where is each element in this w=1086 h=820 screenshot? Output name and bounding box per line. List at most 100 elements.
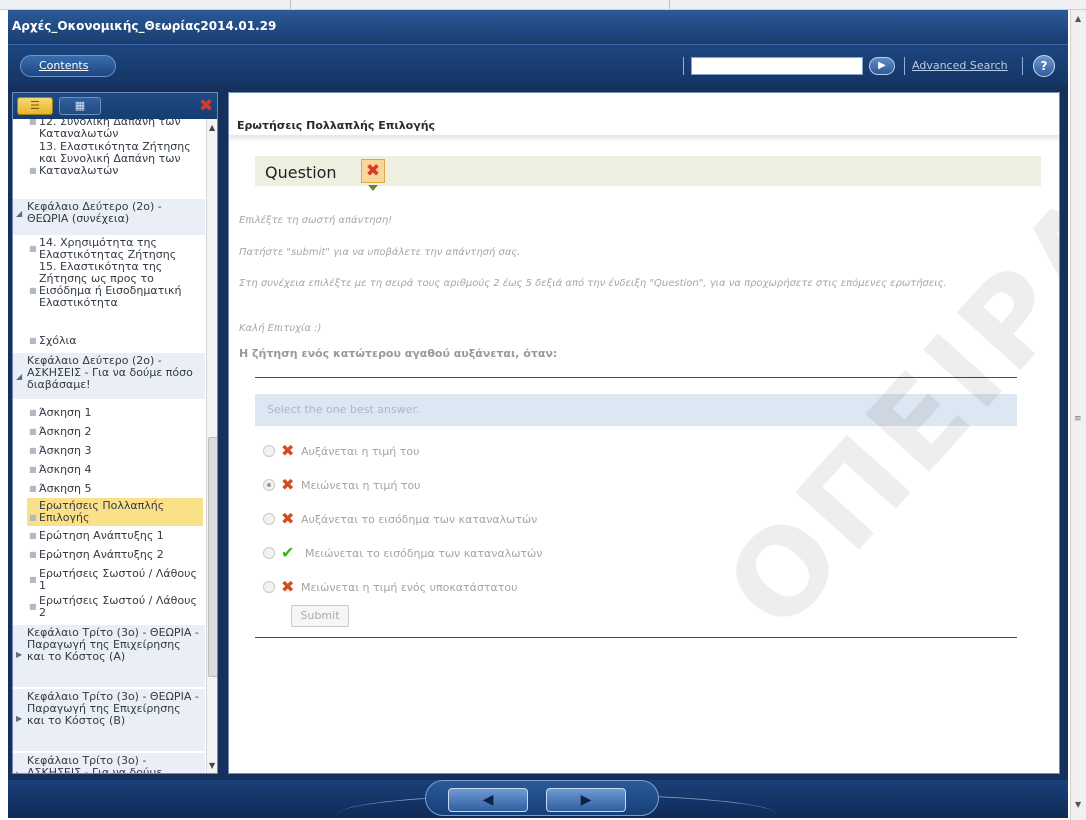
contents-label: Contents (39, 59, 89, 72)
scroll-grip-icon[interactable]: ≡ (1074, 414, 1082, 424)
collapsed-triangle-icon: ▶ (16, 714, 23, 723)
answer-label: Μειώνεται το εισόδημα των καταναλωτών (305, 547, 543, 560)
toc-item-label: Ερωτήσεις Σωστού / Λάθους 2 (39, 594, 197, 619)
scroll-up-icon[interactable]: ▲ (209, 123, 215, 132)
close-sidebar-icon[interactable]: ✖ (199, 96, 213, 116)
question-1-wrong-icon[interactable]: ✖ (361, 159, 385, 183)
submit-button[interactable]: Submit (291, 605, 349, 627)
toc-chapter[interactable]: ◢ Κεφάλαιο Δεύτερο (2ο) - ΑΣΚΗΣΕΙΣ - Για … (13, 353, 205, 399)
question-label: Question (265, 163, 337, 182)
reader-frame: Αρχές_Οκονομικής_Θεωρίας2014.01.29 Conte… (8, 10, 1068, 818)
next-page-button[interactable]: ▶ (546, 788, 626, 812)
wrong-mark-icon: ✖ (281, 475, 295, 494)
wrong-mark-icon: ✖ (281, 577, 295, 596)
answer-radio[interactable] (263, 513, 275, 525)
question-divider (255, 377, 1017, 378)
scroll-down-icon[interactable]: ▼ (1075, 800, 1081, 809)
toc-item[interactable]: ■ Άσκηση 1 (27, 407, 203, 419)
collapsed-triangle-icon: ▶ (16, 650, 23, 659)
toc-item-current[interactable]: ■ Ερωτήσεις Πολλαπλής Επιλογής (27, 498, 203, 526)
toc-chapter-label: Κεφάλαιο Τρίτο (3ο) - ΘΕΩΡΙΑ - Παραγωγή … (27, 690, 199, 727)
instruction-line: Στη συνέχεια επιλέξτε με τη σειρά τους α… (239, 278, 947, 289)
advanced-search-link[interactable]: Advanced Search (912, 59, 1008, 72)
answer-option[interactable]: ✖ Αυξάνεται η τιμή του (263, 441, 863, 461)
toc-item[interactable]: ■ 14. Χρησιμότητα της Ελαστικότητας Ζήτησ… (27, 237, 203, 261)
bullet-icon: ■ (29, 465, 37, 474)
answer-radio-selected[interactable] (263, 479, 275, 491)
instruction-line: Πατήστε "submit" για να υποβάλετε την απ… (239, 247, 521, 258)
toc-item-label: Ερωτήσεις Πολλαπλής Επιλογής (39, 499, 165, 524)
title-bar: Αρχές_Οκονομικής_Θεωρίας2014.01.29 (8, 10, 1068, 44)
bullet-icon: ■ (29, 484, 37, 493)
expanded-triangle-icon: ◢ (16, 372, 23, 381)
toc-item[interactable]: ■ Άσκηση 2 (27, 426, 203, 438)
answer-option[interactable]: ✖ Μειώνεται η τιμή του (263, 475, 863, 495)
bullet-icon: ■ (29, 446, 37, 455)
toc-chapter[interactable]: ▶ Κεφάλαιο Τρίτο (3ο) - ΑΣΚΗΣΕΙΣ - Για να… (13, 753, 205, 774)
toc-item[interactable]: ■ 12. Συνολική Δαπάνη των Καταναλωτών (27, 119, 203, 140)
scrollbar-thumb[interactable] (208, 437, 217, 677)
bullet-icon: ■ (29, 166, 37, 175)
wrong-mark-icon: ✖ (281, 509, 295, 528)
toc-item[interactable]: ■ Ερωτήσεις Σωστού / Λάθους 2 (27, 595, 203, 619)
answer-radio[interactable] (263, 547, 275, 559)
answer-radio[interactable] (263, 581, 275, 593)
app-window: Αρχές_Οκονομικής_Θεωρίας2014.01.29 Conte… (0, 0, 1086, 820)
page-title: Ερωτήσεις Πολλαπλής Επιλογής (237, 119, 436, 132)
browser-top-strip (0, 0, 1086, 10)
sidebar-tabs: ☰ ▦ ✖ (13, 93, 217, 119)
bullet-icon: ■ (29, 408, 37, 417)
toc-item[interactable]: ■ Ερωτήσεις Σωστού / Λάθους 1 (27, 568, 203, 592)
contents-sidebar: ☰ ▦ ✖ ■ 12. Συνολική Δαπάνη των Καταναλωτ… (12, 92, 218, 774)
toc-item[interactable]: ■ 15. Ελαστικότητα της Ζήτησης ως προς το… (27, 261, 203, 309)
select-prompt: Select the one best answer. (255, 394, 1017, 426)
toc-item-label: Ερωτήσεις Σωστού / Λάθους 1 (39, 567, 197, 592)
toc-list-tab[interactable]: ☰ (17, 97, 53, 115)
answer-option[interactable]: ✖ Μειώνεται η τιμή ενός υποκατάστατου (263, 577, 863, 597)
toc-chapter[interactable]: ▶ Κεφάλαιο Τρίτο (3ο) - ΘΕΩΡΙΑ - Παραγωγή… (13, 625, 205, 687)
collapsed-triangle-icon: ▶ (16, 769, 22, 773)
window-title: Αρχές_Οκονομικής_Θεωρίας2014.01.29 (12, 19, 277, 33)
toolbar-divider (904, 57, 905, 75)
toc-grid-tab[interactable]: ▦ (59, 97, 101, 115)
search-input[interactable] (691, 57, 863, 75)
toc-item[interactable]: ■ Άσκηση 5 (27, 483, 203, 495)
toc-item-label: Σχόλια (39, 334, 77, 347)
toc-item-label: 15. Ελαστικότητα της Ζήτησης ως προς το … (39, 260, 182, 309)
toc-chapter[interactable]: ◢ Κεφάλαιο Δεύτερο (2ο) - ΘΕΩΡΙΑ (συνέχει… (13, 199, 205, 235)
previous-page-button[interactable]: ◀ (448, 788, 528, 812)
answer-label: Μειώνεται η τιμή ενός υποκατάστατου (301, 581, 518, 594)
answer-label: Αυξάνεται το εισόδημα των καταναλωτών (301, 513, 538, 526)
question-bar: Question ✖ (255, 156, 1041, 191)
toc-item[interactable]: ■ Ερώτηση Ανάπτυξης 1 (27, 530, 203, 542)
toc-item-label: 13. Ελαστικότητα Ζήτησης και Συνολική Δα… (39, 140, 191, 177)
answer-radio[interactable] (263, 445, 275, 457)
toc-list: ■ 12. Συνολική Δαπάνη των Καταναλωτών ■ 13… (13, 119, 205, 774)
toc-item-label: Ερώτηση Ανάπτυξης 2 (39, 548, 164, 561)
search-go-button[interactable]: ▶ (869, 57, 895, 75)
toc-chapter-label: Κεφάλαιο Τρίτο (3ο) - ΑΣΚΗΣΕΙΣ - Για να … (27, 754, 163, 774)
toolbar: Contents ▶ Advanced Search ? (8, 44, 1068, 86)
sidebar-scrollbar[interactable]: ▲ ▼ (206, 119, 217, 773)
content-pane: Ερωτήσεις Πολλαπλής Επιλογής Question ✖ … (228, 92, 1060, 774)
window-scrollbar[interactable]: ▲ ≡ ▼ (1070, 10, 1086, 820)
contents-button[interactable]: Contents (20, 55, 116, 77)
toc-item-label: Ερώτηση Ανάπτυξης 1 (39, 529, 164, 542)
bullet-icon: ■ (29, 531, 37, 540)
answer-option[interactable]: ✖ Αυξάνεται το εισόδημα των καταναλωτών (263, 509, 863, 529)
answer-option[interactable]: ✔ Μειώνεται το εισόδημα των καταναλωτών (263, 543, 863, 563)
instruction-line: Καλή Επιτυχία :) (239, 323, 322, 334)
toc-item-label: Άσκηση 1 (39, 406, 92, 419)
toc-item-label: 14. Χρησιμότητα της Ελαστικότητας Ζήτηση… (39, 236, 177, 261)
toc-item[interactable]: ■ Άσκηση 3 (27, 445, 203, 457)
toc-item[interactable]: ■ Άσκηση 4 (27, 464, 203, 476)
toc-chapter[interactable]: ▶ Κεφάλαιο Τρίτο (3ο) - ΘΕΩΡΙΑ - Παραγωγή… (13, 689, 205, 751)
toc-item[interactable]: ■ 13. Ελαστικότητα Ζήτησης και Συνολική Δ… (27, 141, 203, 177)
toc-item[interactable]: ■ Ερώτηση Ανάπτυξης 2 (27, 549, 203, 561)
scroll-down-icon[interactable]: ▼ (209, 761, 215, 770)
instruction-line: Επιλέξτε τη σωστή απάντηση! (239, 215, 393, 226)
toc-item[interactable]: ■ Σχόλια (27, 335, 203, 347)
bullet-icon: ■ (29, 336, 37, 345)
help-button[interactable]: ? (1033, 55, 1055, 77)
scroll-up-icon[interactable]: ▲ (1075, 14, 1081, 23)
